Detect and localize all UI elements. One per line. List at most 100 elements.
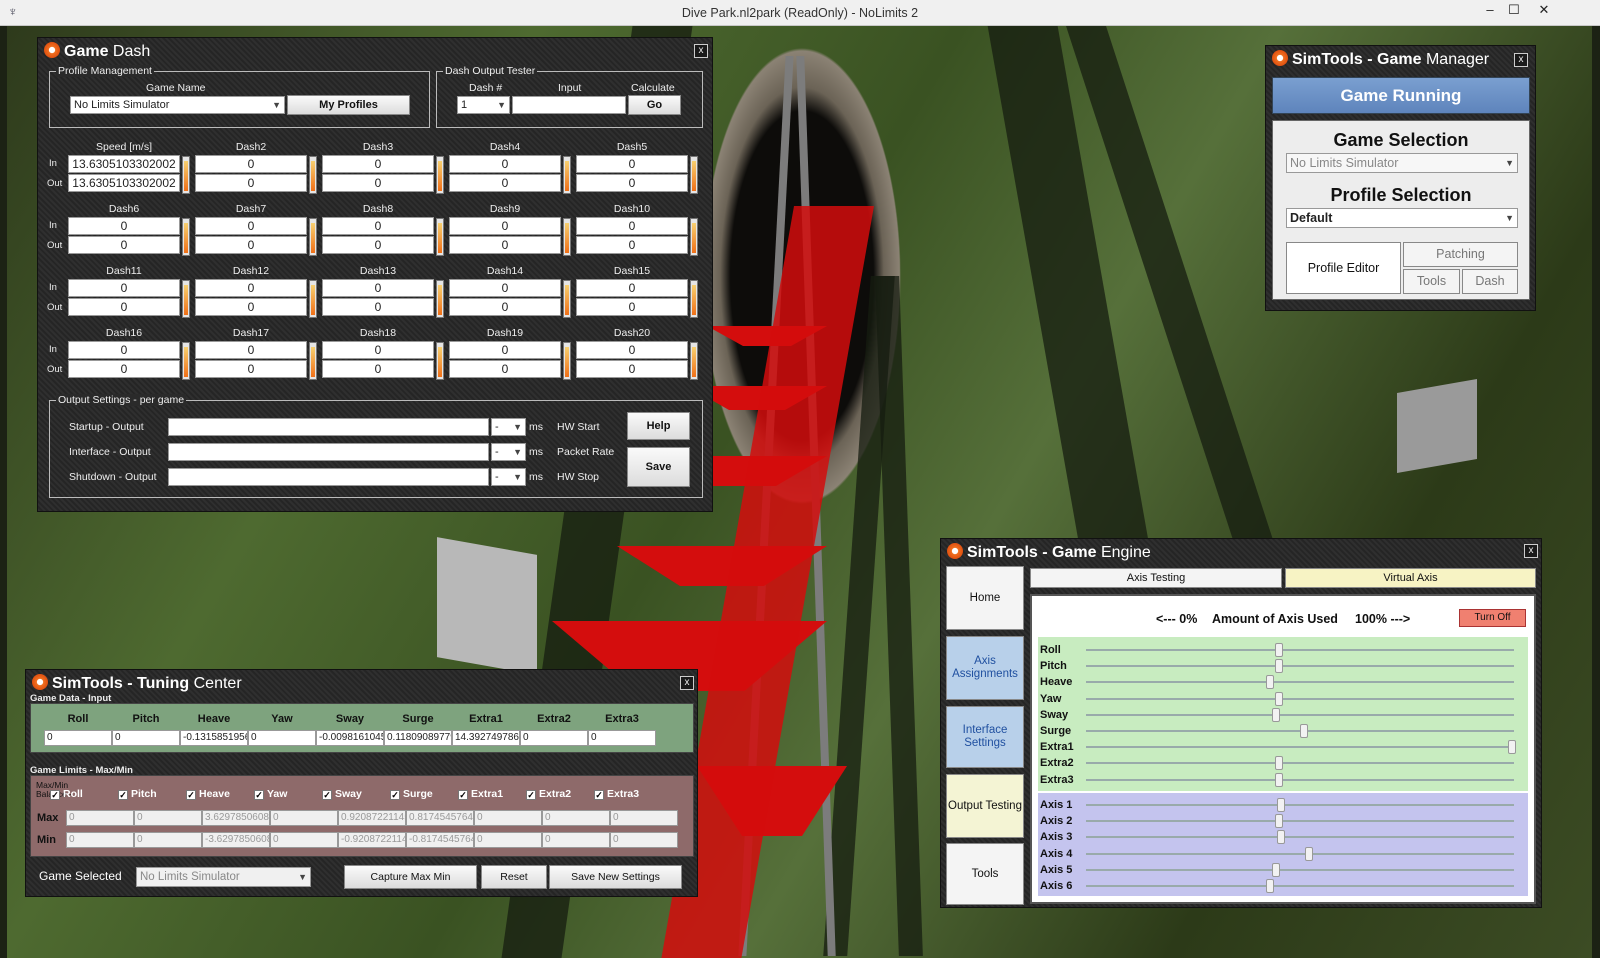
close-window-button[interactable]: ✕: [1533, 2, 1555, 20]
turn-off-button[interactable]: Turn Off: [1459, 609, 1526, 627]
axis-max-value[interactable]: 3.62978506088: [202, 810, 270, 826]
axis-max-value[interactable]: 0.92087221145: [338, 810, 406, 826]
nav-interface-settings-button[interactable]: Interface Settings: [946, 706, 1024, 768]
reset-button[interactable]: Reset: [481, 865, 547, 889]
dash-level-meter: [436, 218, 444, 256]
axis-balance-checkbox[interactable]: ✓ Heave: [186, 788, 230, 800]
axis-min-value[interactable]: 0: [542, 832, 610, 848]
nav-output-testing-button[interactable]: Output Testing: [946, 774, 1024, 838]
axis-max-value[interactable]: 0.81745457645: [406, 810, 474, 826]
dash-level-meter: [563, 156, 571, 194]
game-selected-select[interactable]: No Limits Simulator ▼: [136, 867, 311, 887]
axis-min-value[interactable]: 0: [134, 832, 202, 848]
output-command-field[interactable]: [168, 468, 489, 486]
axis-min-value[interactable]: 0: [66, 832, 134, 848]
axis-max-value[interactable]: 0: [134, 810, 202, 826]
minimize-button[interactable]: –: [1479, 2, 1501, 20]
axis-input-value[interactable]: -0.13158519566: [180, 730, 248, 746]
game-axis-slider[interactable]: Surge: [1040, 723, 1518, 739]
dash-in-value: 0: [322, 341, 434, 359]
virtual-axis-slider[interactable]: Axis 3: [1040, 829, 1518, 845]
axis-max-value[interactable]: 0: [610, 810, 678, 826]
axis-max-value[interactable]: 0: [66, 810, 134, 826]
output-interval-select[interactable]: - ▼: [491, 418, 526, 436]
axis-balance-checkbox[interactable]: ✓ Yaw: [254, 788, 287, 800]
axis-input-value[interactable]: 0: [44, 730, 112, 746]
game-axis-slider[interactable]: Extra3: [1040, 772, 1518, 788]
close-icon[interactable]: x: [1514, 53, 1528, 67]
capture-max-min-button[interactable]: Capture Max Min: [344, 865, 477, 889]
dash-label: Dash3: [362, 141, 394, 153]
profile-editor-button[interactable]: Profile Editor: [1286, 242, 1401, 294]
close-icon[interactable]: x: [694, 44, 708, 58]
virtual-axis-slider[interactable]: Axis 4: [1040, 846, 1518, 862]
nav-axis-assignments-button[interactable]: Axis Assignments: [946, 636, 1024, 700]
axis-min-value[interactable]: 0: [474, 832, 542, 848]
profile-selection-select[interactable]: Default ▼: [1286, 208, 1518, 228]
close-icon[interactable]: x: [680, 676, 694, 690]
maximize-button[interactable]: ☐: [1503, 2, 1525, 20]
my-profiles-button[interactable]: My Profiles: [287, 95, 410, 115]
virtual-axis-slider[interactable]: Axis 5: [1040, 862, 1518, 878]
axis-balance-checkbox[interactable]: ✓ Sway: [322, 788, 362, 800]
help-button[interactable]: Help: [627, 412, 690, 440]
axis-min-value[interactable]: 0: [610, 832, 678, 848]
axis-balance-checkbox[interactable]: ✓ Pitch: [118, 788, 157, 800]
dash-level-meter: [563, 218, 571, 256]
axis-input-value[interactable]: 14.3927497863: [452, 730, 520, 746]
game-name-label: Game Name: [146, 82, 206, 94]
game-axis-slider[interactable]: Extra1: [1040, 739, 1518, 755]
game-axis-slider[interactable]: Heave: [1040, 674, 1518, 690]
game-axis-slider[interactable]: Pitch: [1040, 658, 1518, 674]
axis-min-value[interactable]: -0.9208722114: [338, 832, 406, 848]
game-name-select[interactable]: No Limits Simulator ▼: [70, 96, 285, 114]
virtual-axis-slider[interactable]: Axis 6: [1040, 878, 1518, 894]
save-button[interactable]: Save: [627, 447, 690, 487]
dash-in-value: 0: [195, 155, 307, 173]
axis-balance-checkbox[interactable]: ✓ Extra2: [526, 788, 571, 800]
axis-input-value[interactable]: -0.00981610454: [316, 730, 384, 746]
virtual-axis-slider[interactable]: Axis 1: [1040, 797, 1518, 813]
axis-min-value[interactable]: -0.8174545764: [406, 832, 474, 848]
game-selection-select[interactable]: No Limits Simulator ▼: [1286, 153, 1518, 173]
slider-thumb: [1300, 724, 1309, 738]
axis-max-value[interactable]: 0: [542, 810, 610, 826]
output-command-field[interactable]: [168, 443, 489, 461]
dash-number-select[interactable]: 1 ▼: [457, 96, 510, 114]
nav-tools-button[interactable]: Tools: [946, 843, 1024, 905]
go-button[interactable]: Go: [628, 95, 681, 115]
axis-balance-checkbox[interactable]: ✓ Extra1: [458, 788, 503, 800]
axis-balance-checkbox[interactable]: ✓ Roll: [50, 788, 83, 800]
dash-input-field[interactable]: [512, 96, 626, 114]
axis-input-value[interactable]: 0: [248, 730, 316, 746]
virtual-axis-slider[interactable]: Axis 2: [1040, 813, 1518, 829]
output-interval-select[interactable]: - ▼: [491, 468, 526, 486]
axis-min-value[interactable]: 0: [270, 832, 338, 848]
dash-in-value: 0: [576, 217, 688, 235]
axis-balance-checkbox[interactable]: ✓ Surge: [390, 788, 433, 800]
axis-max-value[interactable]: 0: [270, 810, 338, 826]
axis-balance-checkbox[interactable]: ✓ Extra3: [594, 788, 639, 800]
game-axis-slider[interactable]: Roll: [1040, 642, 1518, 658]
game-axis-slider[interactable]: Extra2: [1040, 755, 1518, 771]
axis-min-value[interactable]: -3.6297850608: [202, 832, 270, 848]
axis-input-value[interactable]: 0: [588, 730, 656, 746]
axis-max-value[interactable]: 0: [474, 810, 542, 826]
axis-input-value[interactable]: 0.11809089779: [384, 730, 452, 746]
game-running-status: Game Running: [1272, 77, 1530, 114]
axis-input-value[interactable]: 0: [112, 730, 180, 746]
axis-input-value[interactable]: 0: [520, 730, 588, 746]
tab-virtual-axis[interactable]: Virtual Axis: [1285, 568, 1536, 588]
save-new-settings-button[interactable]: Save New Settings: [549, 865, 682, 889]
game-axis-slider[interactable]: Sway: [1040, 707, 1518, 723]
dash-button[interactable]: Dash: [1462, 269, 1518, 294]
nav-home-button[interactable]: Home: [946, 566, 1024, 630]
tab-axis-testing[interactable]: Axis Testing: [1030, 568, 1282, 588]
close-icon[interactable]: x: [1524, 544, 1538, 558]
tools-button[interactable]: Tools: [1403, 269, 1460, 294]
output-command-field[interactable]: [168, 418, 489, 436]
patching-button[interactable]: Patching: [1403, 242, 1518, 267]
output-interval-select[interactable]: - ▼: [491, 443, 526, 461]
game-axis-slider[interactable]: Yaw: [1040, 691, 1518, 707]
amount-right-label: 100% --->: [1355, 612, 1411, 626]
